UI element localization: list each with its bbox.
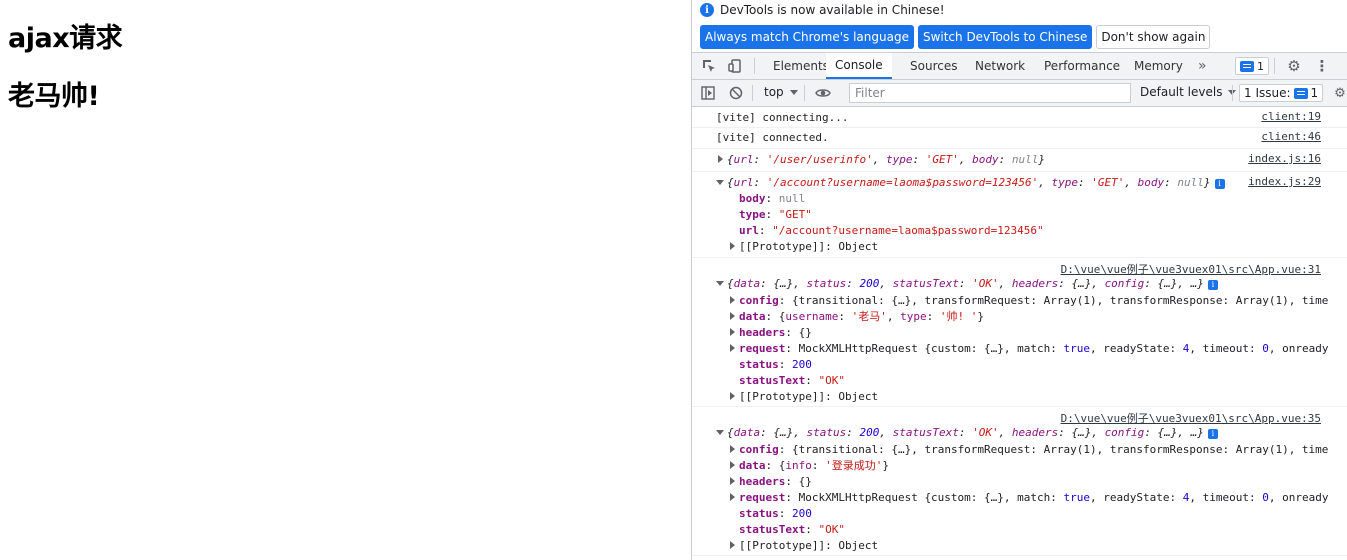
prop-body: body: null [739, 192, 806, 205]
expand-arrow-icon [718, 155, 723, 163]
issues-label: 1 Issue: [1244, 86, 1291, 100]
console-message: [vite] connecting... client:19 [692, 107, 1347, 128]
message-icon [1293, 87, 1308, 99]
prop-config[interactable]: config: {transitional: {…}, transformReq… [730, 293, 1328, 309]
clear-icon[interactable] [728, 85, 744, 101]
prop-status: status: 200 [739, 358, 812, 371]
console-message: {url: '/account?username=laoma$password=… [692, 172, 1347, 258]
source-link[interactable]: client:46 [1261, 130, 1321, 143]
collapse-arrow-icon [716, 180, 724, 185]
console-output: [vite] connecting... client:19 [vite] co… [692, 107, 1347, 560]
prop-data[interactable]: data: {username: '老马', type: '帅! '} [730, 309, 984, 325]
page-content: ajax请求 老马帅! [0, 0, 691, 560]
switch-to-chinese-button[interactable]: Switch DevTools to Chinese [917, 25, 1093, 49]
object-summary[interactable]: {url: '/user/userinfo', type: 'GET', bod… [718, 152, 1045, 168]
source-link[interactable]: index.js:29 [1248, 175, 1321, 188]
prop-request[interactable]: request: MockXMLHttpRequest {custom: {…}… [730, 490, 1328, 506]
info-icon[interactable]: i [1207, 280, 1218, 290]
infobar-message: DevTools is now available in Chinese! [720, 3, 945, 17]
tab-performance[interactable]: Performance [1044, 53, 1120, 79]
prop-url: url: "/account?username=laoma$password=1… [739, 224, 1044, 237]
object-summary[interactable]: {data: {…}, status: 200, statusText: 'OK… [716, 425, 1218, 441]
tab-elements[interactable]: Elements [773, 53, 829, 79]
console-message: {url: '/user/userinfo', type: 'GET', bod… [692, 149, 1347, 172]
prop-status: status: 200 [739, 507, 812, 520]
prop-prototype[interactable]: [[Prototype]]: Object [730, 389, 878, 405]
sidebar-toggle-icon[interactable] [700, 85, 716, 101]
console-toolbar: top Filter Default levels 1 Issue: 1 ⚙ [692, 80, 1347, 107]
object-summary[interactable]: {url: '/account?username=laoma$password=… [716, 175, 1225, 191]
issues-count: 1 [1257, 59, 1264, 73]
kebab-menu-icon[interactable]: ⋮ [1314, 57, 1330, 75]
eye-icon[interactable] [815, 85, 831, 101]
log-levels-value: Default levels [1140, 85, 1223, 99]
message-icon [1240, 60, 1254, 72]
console-message: D:\vue\vue例子\vue3vuex01\src\App.vue:31 {… [692, 258, 1347, 407]
tab-network[interactable]: Network [975, 53, 1025, 79]
log-text: [vite] connected. [716, 131, 829, 144]
prop-prototype[interactable]: [[Prototype]]: Object [730, 239, 878, 255]
context-selector[interactable]: top [764, 85, 801, 99]
info-icon[interactable]: i [1214, 179, 1225, 189]
more-tabs-button[interactable]: » [1198, 53, 1207, 79]
context-value: top [764, 85, 784, 99]
prop-prototype[interactable]: [[Prototype]]: Object [730, 538, 878, 554]
info-icon[interactable]: i [1207, 429, 1218, 439]
source-link[interactable]: D:\vue\vue例子\vue3vuex01\src\App.vue:31 [1061, 261, 1321, 277]
source-link[interactable]: client:19 [1261, 110, 1321, 123]
issues-count-toolbar: 1 [1310, 86, 1319, 100]
devtools-tabbar: Elements Console Sources Network Perform… [692, 53, 1347, 80]
tab-sources[interactable]: Sources [910, 53, 957, 79]
log-text: [vite] connecting... [716, 111, 849, 124]
prop-statustext: statusText: "OK" [739, 374, 845, 387]
prop-data[interactable]: data: {info: '登录成功'} [730, 458, 889, 474]
always-match-language-button[interactable]: Always match Chrome's language [700, 25, 914, 49]
filter-input[interactable]: Filter [849, 83, 1131, 103]
page-heading-laoma: 老马帅! [8, 81, 100, 112]
device-icon[interactable] [727, 58, 743, 74]
source-link[interactable]: D:\vue\vue例子\vue3vuex01\src\App.vue:35 [1061, 410, 1321, 426]
page-heading-ajax: ajax请求 [8, 23, 123, 54]
prop-headers[interactable]: headers: {} [730, 325, 812, 341]
settings-icon[interactable]: ⚙ [1286, 57, 1302, 75]
info-icon: i [700, 3, 714, 17]
console-message: [vite] connected. client:46 [692, 128, 1347, 149]
tab-memory[interactable]: Memory [1134, 53, 1183, 79]
dont-show-again-button[interactable]: Don't show again [1096, 25, 1211, 49]
tab-console[interactable]: Console [826, 53, 892, 79]
issues-badge[interactable]: 1 [1235, 57, 1269, 75]
prop-config[interactable]: config: {transitional: {…}, transformReq… [730, 442, 1328, 458]
chevron-down-icon [789, 89, 798, 95]
devtools-panel: i DevTools is now available in Chinese! … [691, 0, 1347, 560]
collapse-arrow-icon [716, 430, 724, 435]
log-levels-dropdown[interactable]: Default levels [1140, 85, 1239, 99]
language-infobar: i DevTools is now available in Chinese! … [692, 0, 1347, 53]
prop-statustext: statusText: "OK" [739, 523, 845, 536]
collapse-arrow-icon [716, 281, 724, 286]
inspect-icon[interactable] [701, 58, 717, 74]
object-summary[interactable]: {data: {…}, status: 200, statusText: 'OK… [716, 276, 1218, 292]
prop-type: type: "GET" [739, 208, 812, 221]
prop-headers[interactable]: headers: {} [730, 474, 812, 490]
prop-request[interactable]: request: MockXMLHttpRequest {custom: {…}… [730, 341, 1328, 357]
source-link[interactable]: index.js:16 [1248, 152, 1321, 165]
console-message: D:\vue\vue例子\vue3vuex01\src\App.vue:35 {… [692, 407, 1347, 556]
issues-button[interactable]: 1 Issue: 1 [1239, 84, 1324, 102]
console-settings-icon[interactable]: ⚙ [1332, 85, 1347, 101]
